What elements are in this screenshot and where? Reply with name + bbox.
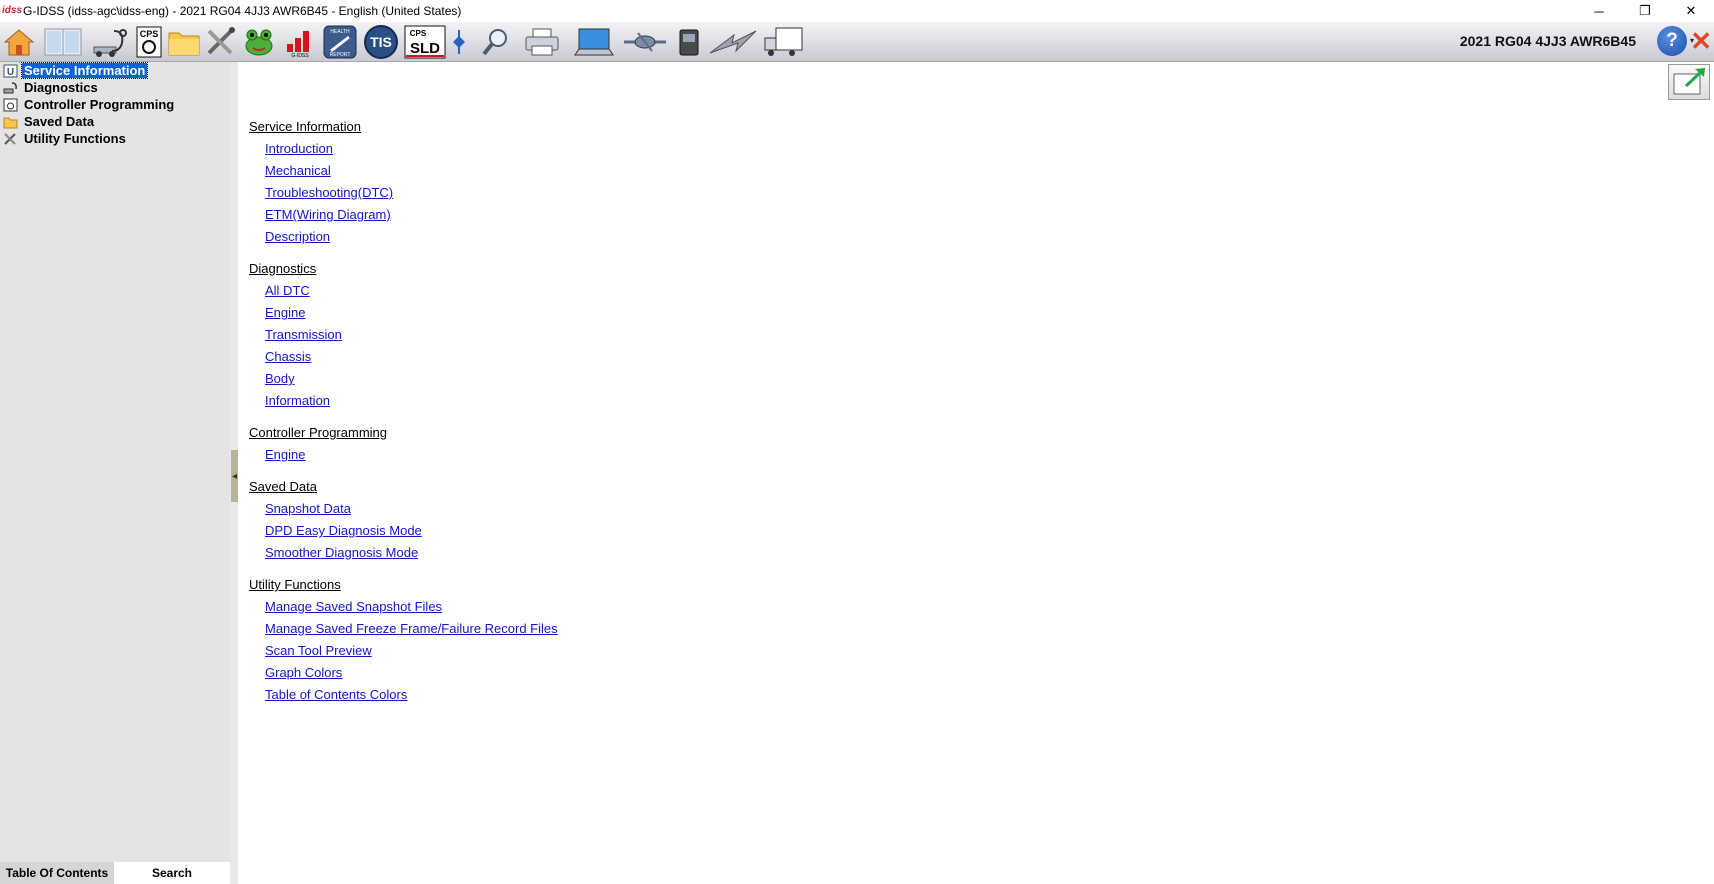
section-heading-controller-programming: Controller Programming: [249, 425, 387, 440]
link-manage-freeze-frame-files[interactable]: Manage Saved Freeze Frame/Failure Record…: [265, 621, 558, 636]
section-heading-utility-functions: Utility Functions: [249, 577, 341, 592]
tools-icon: [2, 131, 18, 146]
title-bar: idss G-IDSS (idss-agc\idss-eng) - 2021 R…: [0, 0, 1714, 22]
folder-icon[interactable]: [167, 25, 201, 59]
truck-icon[interactable]: [762, 25, 804, 59]
frog-icon[interactable]: [242, 25, 276, 59]
link-snapshot-data[interactable]: Snapshot Data: [265, 501, 351, 516]
tree-label: Diagnostics: [24, 80, 98, 95]
link-table-of-contents-colors[interactable]: Table of Contents Colors: [265, 687, 407, 702]
vehicle-label: 2021 RG04 4JJ3 AWR6B45: [1459, 33, 1636, 49]
section-heading-diagnostics: Diagnostics: [249, 261, 317, 276]
section-heading-saved-data: Saved Data: [249, 479, 317, 494]
bar-chart-icon[interactable]: G-IDSS: [283, 25, 317, 59]
tree-item-diagnostics[interactable]: Diagnostics: [2, 79, 100, 96]
tab-table-of-contents[interactable]: Table Of Contents: [0, 862, 114, 884]
link-manage-saved-snapshot-files[interactable]: Manage Saved Snapshot Files: [265, 599, 442, 614]
diagnostics-stethoscope-icon[interactable]: [90, 25, 130, 59]
health-report-icon[interactable]: HEALTH REPORT: [323, 25, 357, 59]
link-engine[interactable]: Engine: [265, 305, 305, 320]
sidebar: U Service Information Diagnostics Contro…: [0, 62, 230, 884]
link-chassis[interactable]: Chassis: [265, 349, 311, 364]
link-body[interactable]: Body: [265, 371, 295, 386]
popout-window-button[interactable]: [1668, 64, 1710, 100]
link-scan-tool-preview[interactable]: Scan Tool Preview: [265, 643, 372, 658]
app-logo: idss: [2, 5, 23, 16]
popout-icon: [1673, 68, 1705, 95]
book-icon[interactable]: [43, 25, 83, 59]
tree-label: Service Information: [20, 62, 149, 79]
panel-splitter[interactable]: ◂: [230, 62, 238, 884]
collapse-arrow-icon[interactable]: ◂: [231, 450, 238, 502]
content-pane: Service Information Introduction Mechani…: [238, 62, 1714, 884]
book-icon: U: [2, 63, 18, 78]
exit-app-icon[interactable]: ✕: [1690, 28, 1712, 54]
close-window-button[interactable]: ✕: [1668, 0, 1714, 22]
section-heading-service-information: Service Information: [249, 119, 361, 134]
svg-text:CPS: CPS: [140, 29, 159, 39]
tools-icon[interactable]: [205, 25, 237, 59]
sidebar-tabs: Table Of Contents Search: [0, 862, 230, 884]
tis-icon[interactable]: TIS: [363, 25, 399, 59]
svg-text:U: U: [6, 67, 13, 78]
restore-button[interactable]: ❐: [1622, 0, 1668, 22]
svg-text:TIS: TIS: [370, 34, 392, 50]
tree-item-controller-programming[interactable]: Controller Programming: [2, 96, 176, 113]
tree-label: Controller Programming: [24, 97, 175, 112]
folder-icon: [2, 114, 18, 129]
svg-text:REPORT: REPORT: [330, 52, 351, 58]
svg-text:HEALTH: HEALTH: [330, 29, 350, 35]
link-description[interactable]: Description: [265, 229, 330, 244]
tree-item-service-information[interactable]: U Service Information: [2, 62, 149, 79]
link-introduction[interactable]: Introduction: [265, 141, 333, 156]
link-graph-colors[interactable]: Graph Colors: [265, 665, 342, 680]
device-icon[interactable]: [678, 25, 700, 59]
main-toolbar: CPS G-IDSS HEALTH REPORT TIS CPS SLD 202…: [0, 22, 1714, 62]
link-smoother-diagnosis-mode[interactable]: Smoother Diagnosis Mode: [265, 545, 418, 560]
diagnostics-icon: [2, 80, 18, 95]
cps-programming-icon[interactable]: CPS: [136, 25, 162, 59]
svg-text:CPS: CPS: [410, 29, 427, 38]
split-arrow-icon[interactable]: [452, 25, 466, 59]
link-etm-wiring-diagram[interactable]: ETM(Wiring Diagram): [265, 207, 391, 222]
link-all-dtc[interactable]: All DTC: [265, 283, 310, 298]
tree-label: Utility Functions: [24, 131, 126, 146]
tree-item-saved-data[interactable]: Saved Data: [2, 113, 96, 130]
printer-icon[interactable]: [524, 25, 560, 59]
home-icon[interactable]: [2, 25, 36, 59]
link-transmission[interactable]: Transmission: [265, 327, 342, 342]
minimize-button[interactable]: ─: [1576, 0, 1622, 22]
link-programming-engine[interactable]: Engine: [265, 447, 305, 462]
network-icon[interactable]: [622, 25, 668, 59]
laptop-icon[interactable]: [573, 25, 615, 59]
tree-label: Saved Data: [24, 114, 95, 129]
svg-text:SLD: SLD: [410, 40, 440, 57]
window-title: G-IDSS (idss-agc\idss-eng) - 2021 RG04 4…: [23, 4, 462, 18]
cps-icon: [2, 97, 18, 112]
svg-text:G-IDSS: G-IDSS: [291, 53, 309, 58]
link-information[interactable]: Information: [265, 393, 330, 408]
link-dpd-easy-diagnosis-mode[interactable]: DPD Easy Diagnosis Mode: [265, 523, 422, 538]
tree-item-utility-functions[interactable]: Utility Functions: [2, 130, 128, 147]
lightning-icon[interactable]: [708, 25, 758, 59]
tab-search[interactable]: Search: [114, 862, 230, 884]
magnifier-icon[interactable]: [480, 25, 512, 59]
link-troubleshooting-dtc[interactable]: Troubleshooting(DTC): [265, 185, 393, 200]
cps-sld-icon[interactable]: CPS SLD: [404, 25, 446, 59]
help-button[interactable]: ?: [1657, 26, 1687, 56]
link-mechanical[interactable]: Mechanical: [265, 163, 331, 178]
